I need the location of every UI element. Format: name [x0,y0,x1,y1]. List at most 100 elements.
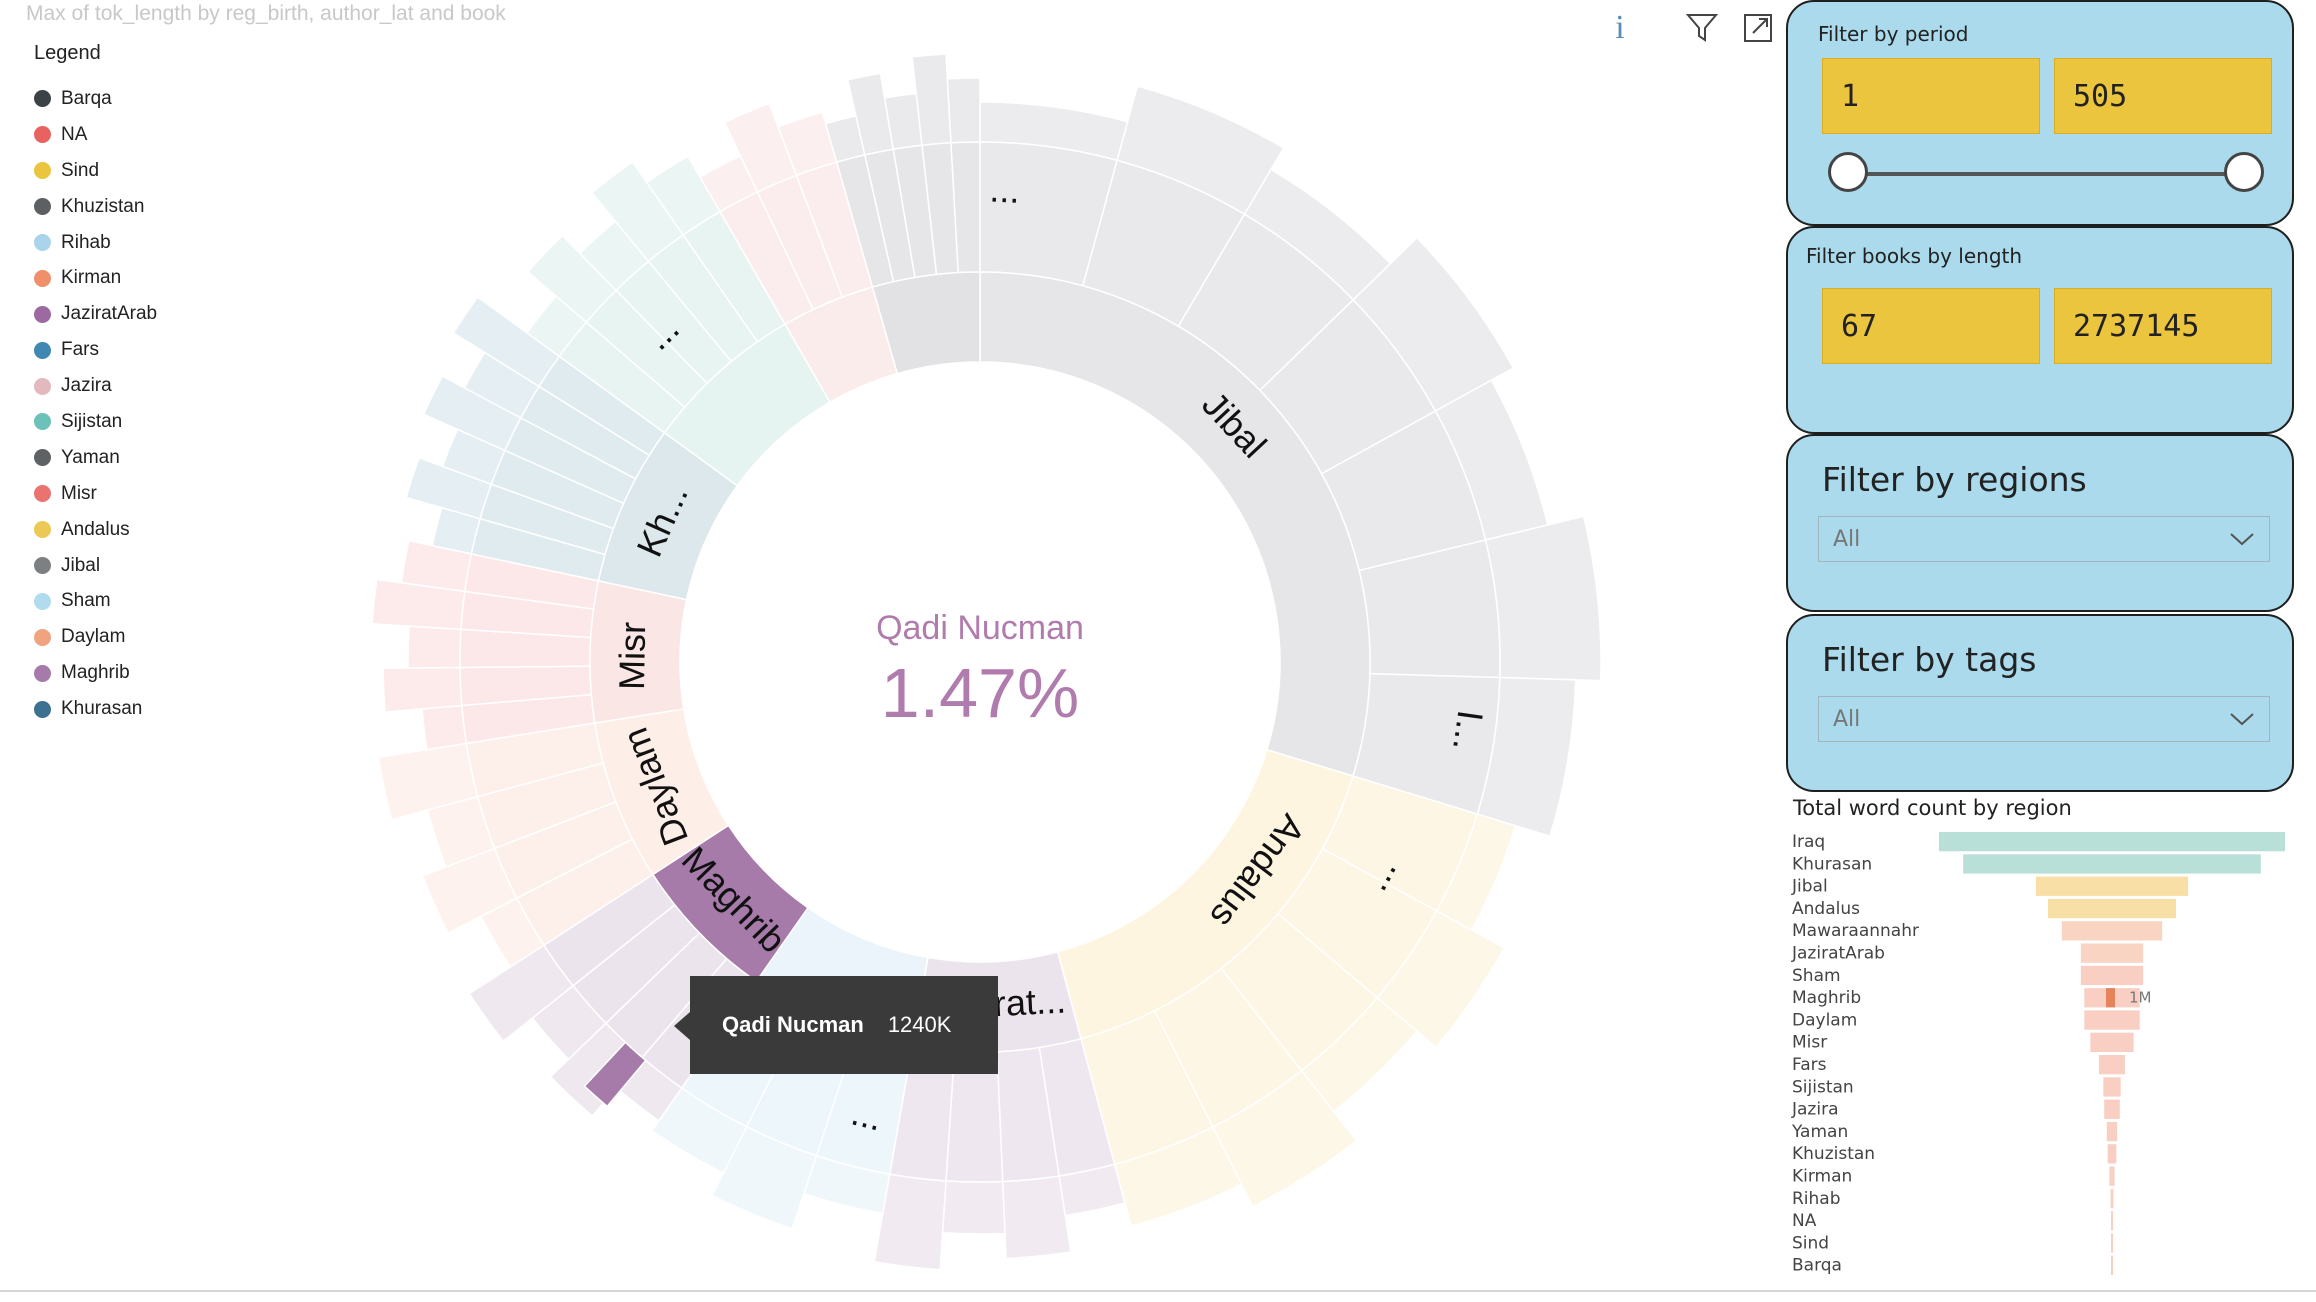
legend-item[interactable]: Misr [34,476,157,512]
funnel-category-label: Sham [1792,966,1841,986]
legend-item[interactable]: Sham [34,583,157,619]
funnel-bar[interactable] [2047,898,2177,919]
sunburst-book-segment[interactable] [1484,515,1602,682]
period-slider-track[interactable] [1850,172,2250,176]
legend-item[interactable]: Fars [34,332,157,368]
legend-dot-icon [34,557,51,575]
legend-item[interactable]: NA [34,117,157,153]
funnel-bar[interactable] [2110,1188,2114,1209]
legend-dot-icon [34,485,51,503]
sunburst-label-ellipsis: ... [989,168,1021,211]
word-count-funnel-chart[interactable]: IraqKhurasan JibalAndalusMawaraannahr Jazi… [1786,826,2296,1290]
funnel-bar[interactable] [2111,1255,2113,1275]
sunburst-book-segment[interactable] [946,77,981,144]
funnel-category-label: Maghrib [1792,988,1861,1008]
funnel-title: Total word count by region [1793,796,2072,820]
legend-label: Sijistan [61,410,123,432]
funnel-bar[interactable] [2099,1055,2125,1075]
legend-item[interactable]: Yaman [34,440,157,476]
funnel-bar[interactable] [1963,854,2261,874]
length-min-input[interactable]: 67 [1822,288,2040,364]
sunburst-book-segment[interactable] [941,1180,1006,1235]
legend-label: Andalus [61,518,130,540]
center-label: Qadi Nucman [876,609,1084,647]
legend-item[interactable]: Sijistan [34,404,157,440]
funnel-category-label: Barqa [1792,1256,1842,1276]
legend-item[interactable]: Khurasan [34,691,157,727]
funnel-bar[interactable] [2111,1233,2113,1253]
period-slider-min-thumb[interactable] [1828,152,1868,192]
legend-dot-icon [34,305,51,323]
focus-mode-icon[interactable] [1738,8,1778,48]
funnel-bar[interactable] [2104,1099,2120,1119]
legend-dot-icon [34,341,51,359]
legend-item[interactable]: Sind [34,153,157,189]
tooltip-name: Qadi Nucman [722,1012,864,1037]
regions-dropdown[interactable]: All [1818,516,2270,562]
legend-dot-icon [34,377,51,395]
legend-dot-icon [34,592,51,610]
funnel-bar[interactable] [2090,1032,2134,1052]
funnel-category-label: Sind [1792,1233,1829,1253]
legend-label: Jazira [61,375,112,397]
funnel-bar[interactable] [2111,1211,2113,1231]
legend-label: Sind [61,159,100,181]
funnel-category-label: Yaman [1791,1122,1848,1142]
funnel-bar[interactable] [2061,921,2163,941]
funnel-highlight-bar[interactable] [2106,988,2115,1008]
sunburst-book-segment[interactable] [1001,1175,1072,1260]
legend-item[interactable]: Rihab [34,225,157,261]
legend-label: Rihab [61,231,111,253]
legend-item[interactable]: Andalus [34,512,157,548]
sunburst-book-segment[interactable] [421,704,468,751]
period-max-input[interactable]: 505 [2054,58,2272,134]
legend-item[interactable]: JaziratArab [34,296,157,332]
period-min-input[interactable]: 1 [1822,58,2040,134]
legend-item[interactable]: Daylam [34,619,157,655]
legend-item[interactable]: Maghrib [34,655,157,691]
legend-dot-icon [34,700,51,718]
funnel-bar[interactable] [2109,1166,2115,1186]
funnel-category-label: Rihab [1792,1189,1841,1209]
tags-dropdown-value: All [1833,706,1861,732]
tags-dropdown[interactable]: All [1818,696,2270,742]
length-max-input[interactable]: 2737145 [2054,288,2272,364]
tooltip-value: 1240K [887,1012,952,1037]
sunburst-book-segment[interactable] [407,625,462,669]
funnel-category-label: Sijistan [1792,1077,1854,1097]
legend-label: Khuzistan [61,195,145,217]
funnel-bar[interactable] [2035,876,2189,896]
funnel-bar[interactable] [2103,1077,2121,1097]
period-slider-max-thumb[interactable] [2224,152,2264,192]
filter-period-title: Filter by period [1818,22,1969,46]
legend-item[interactable]: Jazira [34,368,157,404]
filter-regions-title: Filter by regions [1822,460,2087,499]
legend-label: Kirman [61,267,122,289]
funnel-bar[interactable] [2084,1010,2140,1030]
tooltip-pointer [674,1012,690,1040]
funnel-bar[interactable] [1939,832,2285,852]
legend-item[interactable]: Barqa [34,81,157,117]
funnel-category-label: Iraq [1792,832,1825,852]
funnel-bar[interactable] [2107,1144,2117,1164]
legend-label: JaziratArab [61,303,158,325]
funnel-bar[interactable] [2106,1121,2118,1142]
sunburst-book-segment[interactable] [382,666,463,713]
funnel-category-label: Mawaraannahr [1792,921,1919,941]
legend-item[interactable]: Khuzistan [34,189,157,225]
filter-tags-title: Filter by tags [1822,640,2037,679]
funnel-category-label: Khurasan [1792,854,1872,874]
legend-label: NA [61,123,88,145]
funnel-bar[interactable] [2080,965,2144,986]
funnel-data-label: 1M [2129,989,2152,1007]
sunburst-label-misr: Misr [611,622,653,691]
funnel-bar[interactable] [2080,943,2144,963]
legend-item[interactable]: Kirman [34,260,157,296]
legend-item[interactable]: Jibal [34,548,157,584]
filter-icon[interactable] [1682,8,1722,48]
funnel-category-label: JaziratArab [1791,944,1885,964]
sunburst-chart[interactable]: JibalAndalusJazirat...MaghribDaylamMisrK… [340,22,1620,1302]
tooltip: Qadi Nucman 1240K [690,976,998,1074]
page-bottom-border [0,1290,2316,1292]
chevron-down-icon [2230,533,2254,546]
